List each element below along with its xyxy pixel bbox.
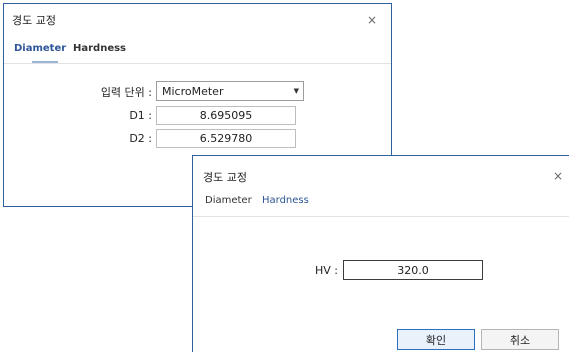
dialog-title: 경도 교정 [203, 171, 247, 184]
close-icon[interactable]: × [553, 170, 563, 182]
tab-diameter[interactable]: Diameter [14, 43, 66, 54]
cancel-button[interactable]: 취소 [481, 329, 559, 350]
unit-label: 입력 단위 : [100, 86, 152, 99]
tab-bar: Diameter Hardness [193, 195, 569, 217]
ok-button[interactable]: 확인 [397, 329, 475, 350]
chevron-down-icon[interactable]: ▼ [294, 87, 299, 95]
tab-divider [193, 216, 569, 217]
unit-select-value: MicroMeter [162, 84, 224, 98]
close-icon[interactable]: × [367, 14, 377, 26]
calibration-dialog-hardness: 경도 교정 × Diameter Hardness HV : 320.0 확인 … [192, 155, 569, 352]
hv-label: HV : [315, 264, 338, 277]
d2-field[interactable]: 6.529780 [156, 129, 296, 148]
tab-hardness[interactable]: Hardness [262, 195, 309, 206]
unit-select[interactable]: MicroMeter ▼ [156, 81, 304, 101]
d2-label: D2 : [129, 132, 152, 145]
d1-label: D1 : [129, 109, 152, 122]
tab-divider [4, 63, 391, 64]
tab-diameter[interactable]: Diameter [205, 195, 252, 206]
dialog-title: 경도 교정 [12, 14, 56, 27]
tab-bar: Diameter Hardness [4, 43, 391, 65]
hv-field[interactable]: 320.0 [343, 260, 483, 280]
d1-field[interactable]: 8.695095 [156, 106, 296, 125]
tab-hardness[interactable]: Hardness [73, 43, 126, 54]
